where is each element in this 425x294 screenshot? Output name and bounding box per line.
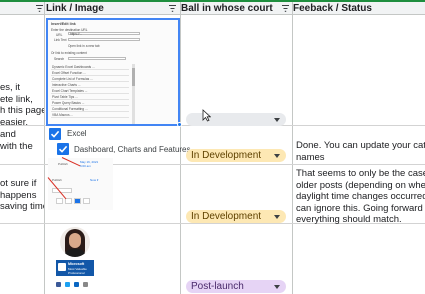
row3-link-text[interactable]: ot sure if happens saving time [0, 178, 44, 213]
filter-icon[interactable] [282, 5, 289, 12]
row1-link-text[interactable]: es, it ete link, h this page easier. [0, 82, 44, 128]
checkbox-checked-icon [57, 143, 69, 155]
social-icon [83, 282, 88, 287]
mvp-badge: Microsoft Most Valuable Professional [56, 260, 94, 276]
column-divider [292, 2, 293, 294]
row3-screenshot-image[interactable]: Publish May 16, 2021 6:00 am Publish Now… [48, 158, 113, 210]
row1-screenshot-image[interactable]: Insert/Edit link Enter the destination U… [46, 18, 180, 126]
filter-icon[interactable] [36, 5, 43, 12]
avatar [60, 227, 90, 257]
column-divider [44, 2, 45, 294]
social-icon [56, 282, 61, 287]
image-resize-handle[interactable] [177, 122, 182, 127]
row2-link-text[interactable]: and with the [0, 129, 44, 152]
row4-profile-image[interactable]: Microsoft Most Valuable Professional [52, 226, 98, 292]
checkbox-label-excel: Excel [67, 129, 87, 138]
row3-status-dropdown[interactable]: In Development [186, 210, 286, 223]
header-ball-label: Ball in whose court [181, 3, 273, 14]
dropdown-arrow-icon [274, 285, 280, 289]
row2-status-dropdown[interactable]: In Development [186, 149, 286, 162]
checkbox-checked-icon [49, 128, 61, 140]
header-cell-ball[interactable]: Ball in whose court [169, 2, 292, 15]
row4-status-dropdown[interactable]: Post-launch [186, 280, 286, 293]
dropdown-arrow-icon [274, 215, 280, 219]
dropdown-arrow-icon [274, 154, 280, 158]
social-icon [74, 282, 79, 287]
mouse-pointer-icon [202, 109, 212, 127]
header-cell-feedback[interactable]: Feeback / Status [282, 2, 425, 15]
social-icon [65, 282, 70, 287]
row1-status-dropdown[interactable] [186, 113, 286, 126]
row3-feedback-text[interactable]: That seems to only be the case fo older … [296, 168, 425, 226]
checkbox-label-dashboard: Dashboard, Charts and Features [74, 145, 191, 154]
header-cell-link[interactable]: Link / Image [0, 2, 180, 15]
filter-icon[interactable] [169, 5, 176, 12]
header-feedback-label: Feeback / Status [293, 3, 372, 14]
row2-feedback-text[interactable]: Done. You can update your categ names [296, 140, 425, 163]
dropdown-arrow-icon [274, 118, 280, 122]
header-link-label: Link / Image [46, 3, 104, 14]
